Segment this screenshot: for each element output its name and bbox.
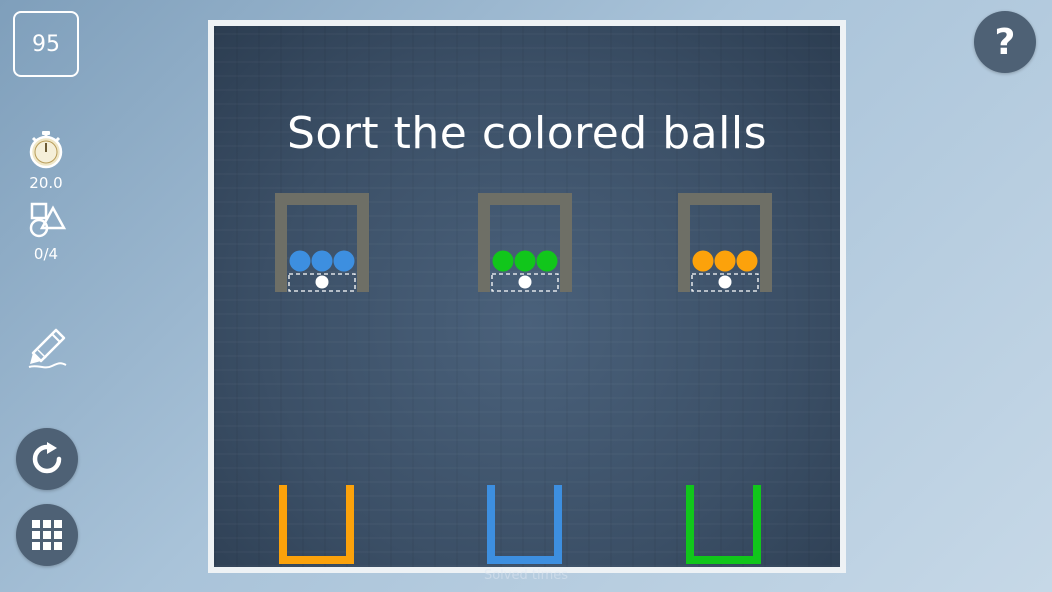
target-cup-green [686, 485, 761, 564]
ball-container-top [678, 193, 772, 205]
ball-blue[interactable] [311, 250, 333, 272]
target-cup-orange [279, 485, 354, 564]
pencil-icon[interactable] [26, 326, 70, 370]
ball-container-wall-right [760, 193, 772, 292]
level-number: 95 [13, 11, 79, 77]
shapes-progress: 0/4 [33, 245, 59, 263]
timer-value: 20.0 [29, 174, 63, 192]
levels-menu-button[interactable] [16, 504, 78, 566]
ball-container-wall-right [357, 193, 369, 292]
ball-green[interactable] [536, 250, 558, 272]
ball-green[interactable] [514, 250, 536, 272]
puzzle-board[interactable]: Sort the colored balls [214, 26, 840, 567]
ball-container-wall-left [275, 193, 287, 292]
ball-container-wall-left [478, 193, 490, 292]
ball-orange[interactable] [736, 250, 758, 272]
shapes-icon [29, 202, 67, 238]
grid-menu-icon [32, 520, 62, 550]
restart-button[interactable] [16, 428, 78, 490]
puzzle-scene[interactable] [214, 26, 840, 567]
ball-blue[interactable] [333, 250, 355, 272]
help-button[interactable]: ? [974, 11, 1036, 73]
stopwatch-icon [29, 131, 63, 169]
ball-orange[interactable] [714, 250, 736, 272]
ball-green[interactable] [492, 250, 514, 272]
restart-icon [32, 442, 62, 474]
ball-orange[interactable] [692, 250, 714, 272]
puzzle-frame: Sort the colored balls [208, 20, 846, 573]
slot-marker [315, 275, 329, 289]
slot-marker [718, 275, 732, 289]
solved-times-label: Solved times [483, 568, 569, 583]
ball-container-top [478, 193, 572, 205]
ball-container-wall-right [560, 193, 572, 292]
target-cup-blue [487, 485, 562, 564]
slot-marker [518, 275, 532, 289]
ball-container-wall-left [678, 193, 690, 292]
ball-blue[interactable] [289, 250, 311, 272]
ball-container-top [275, 193, 369, 205]
